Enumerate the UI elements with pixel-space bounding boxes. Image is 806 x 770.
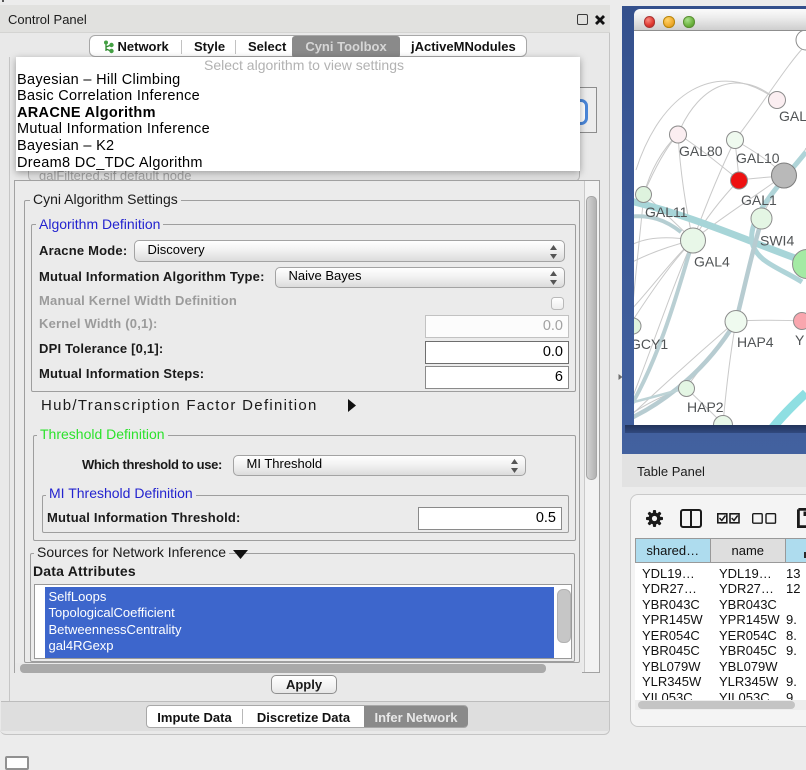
svg-text:HAP2: HAP2 [687, 399, 724, 415]
svg-text:HAP4: HAP4 [737, 334, 774, 350]
svg-text:GAL4: GAL4 [694, 254, 730, 270]
svg-text:Y: Y [795, 332, 805, 348]
svg-text:GAL1: GAL1 [741, 192, 777, 208]
svg-text:GAL80: GAL80 [679, 143, 723, 159]
svg-text:GAL11: GAL11 [645, 204, 688, 220]
svg-text:GAL10: GAL10 [736, 150, 780, 166]
svg-text:GCY1: GCY1 [634, 336, 668, 352]
svg-text:SWI4: SWI4 [760, 233, 794, 249]
svg-text:GAL2: GAL2 [779, 108, 806, 124]
